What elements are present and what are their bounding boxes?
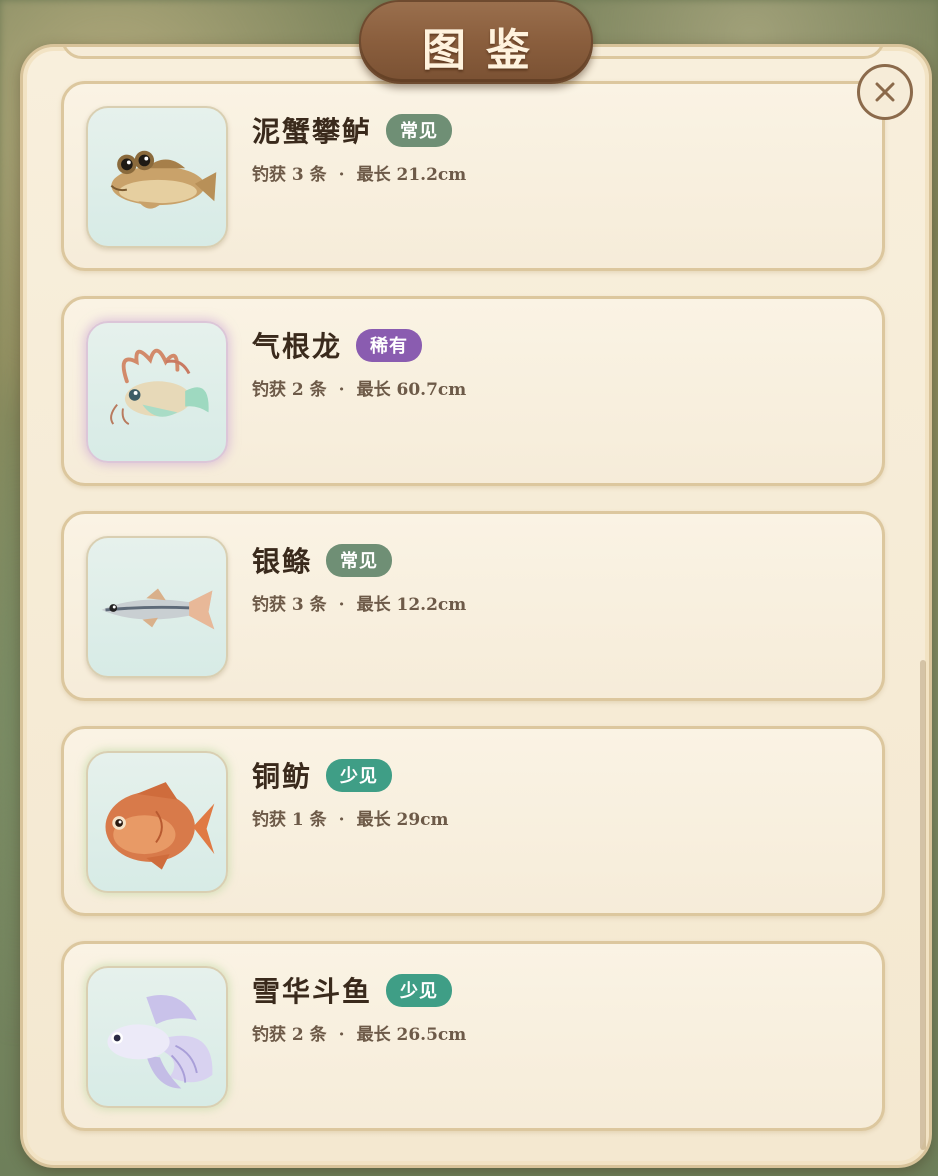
fish-name: 泥蟹攀鲈 常见 [252, 110, 453, 150]
max-length: 最长 29cm [356, 810, 449, 830]
fish-name-text: 泥蟹攀鲈 [252, 115, 373, 148]
fish-thumbnail [86, 106, 228, 248]
fish-stats: 钓获 3 条 · 最长 12.2cm [252, 590, 466, 615]
mudskipper-icon [110, 150, 217, 209]
fish-stats: 钓获 2 条 · 最长 60.7cm [252, 375, 466, 400]
close-icon [875, 82, 895, 102]
fish-stats: 钓获 1 条 · 最长 29cm [252, 805, 449, 830]
fish-name: 雪华斗鱼 少见 [252, 970, 453, 1010]
title-banner: 图鉴 [359, 0, 593, 84]
scrollbar[interactable] [920, 660, 926, 1150]
separator: · [338, 165, 345, 185]
fish-thumbnail [86, 966, 228, 1108]
fish-card-silver-minnow[interactable]: 银鲦 常见 钓获 3 条 · 最长 12.2cm [61, 511, 885, 701]
rarity-badge: 少见 [326, 759, 393, 792]
silver-minnow-icon [101, 588, 215, 630]
max-length: 最长 26.5cm [356, 1025, 467, 1045]
separator: · [338, 1025, 345, 1045]
max-length: 最长 21.2cm [356, 165, 467, 185]
fish-card-dragon[interactable]: 气根龙 稀有 钓获 2 条 · 最长 60.7cm [61, 296, 885, 486]
fish-name: 气根龙 稀有 [252, 325, 423, 365]
separator: · [338, 595, 345, 615]
catch-count: 钓获 3 条 [252, 595, 327, 615]
separator: · [338, 810, 345, 830]
collection-panel: 泥蟹攀鲈 常见 钓获 3 条 · 最长 21.2cm 气根龙 稀有 钓获 2 条… [20, 44, 932, 1168]
fish-name: 铜鲂 少见 [252, 755, 393, 795]
dragon-fish-icon [110, 348, 209, 425]
fish-stats: 钓获 2 条 · 最长 26.5cm [252, 1020, 466, 1045]
fish-name-text: 铜鲂 [252, 760, 313, 793]
rarity-badge: 常见 [386, 114, 453, 147]
page-title: 图鉴 [422, 25, 550, 76]
fish-name-text: 雪华斗鱼 [252, 975, 373, 1008]
catch-count: 钓获 1 条 [252, 810, 327, 830]
catch-count: 钓获 2 条 [252, 1025, 327, 1045]
fish-name-text: 气根龙 [252, 330, 343, 363]
max-length: 最长 12.2cm [356, 595, 467, 615]
fish-card-mudskipper[interactable]: 泥蟹攀鲈 常见 钓获 3 条 · 最长 21.2cm [61, 81, 885, 271]
catch-count: 钓获 3 条 [252, 165, 327, 185]
copper-bream-icon [105, 782, 215, 870]
fish-thumbnail [86, 751, 228, 893]
max-length: 最长 60.7cm [356, 380, 467, 400]
rarity-badge: 少见 [386, 974, 453, 1007]
rarity-badge: 常见 [326, 544, 393, 577]
fish-thumbnail [86, 321, 228, 463]
fish-card-copper-bream[interactable]: 铜鲂 少见 钓获 1 条 · 最长 29cm [61, 726, 885, 916]
fish-list[interactable]: 泥蟹攀鲈 常见 钓获 3 条 · 最长 21.2cm 气根龙 稀有 钓获 2 条… [23, 47, 929, 1165]
close-button[interactable] [857, 64, 913, 120]
fish-thumbnail [86, 536, 228, 678]
fish-card-betta[interactable]: 雪华斗鱼 少见 钓获 2 条 · 最长 26.5cm [61, 941, 885, 1131]
fish-name-text: 银鲦 [252, 545, 313, 578]
betta-fish-icon [107, 994, 213, 1089]
separator: · [338, 380, 345, 400]
fish-stats: 钓获 3 条 · 最长 21.2cm [252, 160, 466, 185]
catch-count: 钓获 2 条 [252, 380, 327, 400]
rarity-badge: 稀有 [356, 329, 423, 362]
fish-name: 银鲦 常见 [252, 540, 393, 580]
